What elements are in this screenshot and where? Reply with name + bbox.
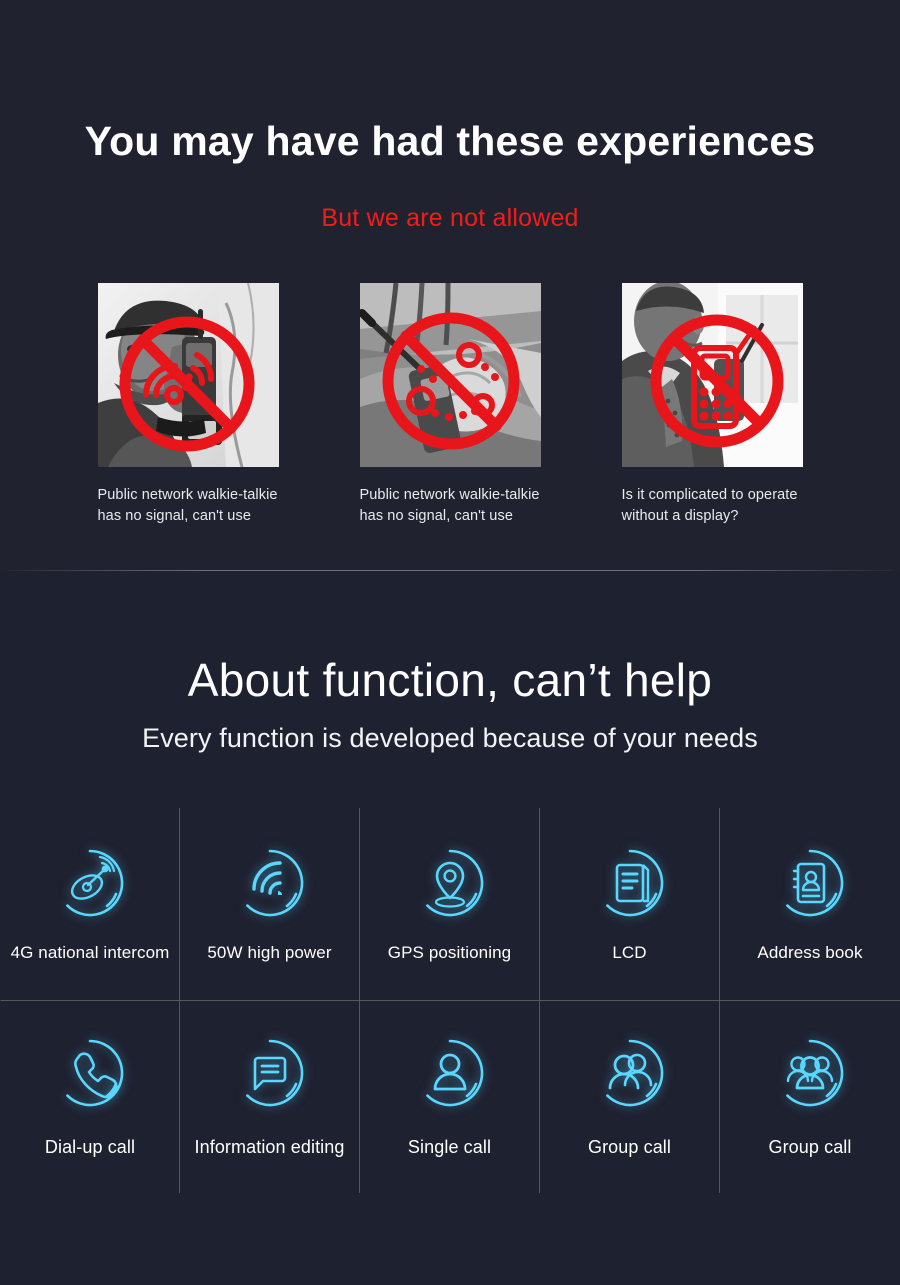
document-screen-icon [592, 845, 668, 921]
feature-grid: 4G national intercom 50W high power GPS … [0, 808, 900, 1193]
problem-card: Public network walkie-talkie has no sign… [97, 283, 279, 526]
feature-label: Single call [407, 1137, 492, 1158]
problem-caption: Public network walkie-talkie has no sign… [359, 487, 540, 524]
man-with-radio-photo [97, 283, 279, 467]
problem-card: Public network walkie-talkie has no sign… [359, 283, 541, 526]
speech-bubble-icon [232, 1035, 308, 1111]
two-people-icon [592, 1035, 668, 1111]
problems-section: You may have had these experiences But w… [0, 0, 900, 570]
photo-artwork [621, 283, 803, 467]
problem-card: Is it complicated to operate without a d… [621, 283, 803, 526]
functions-title: About function, can’t help [187, 654, 713, 706]
photo-artwork [97, 283, 279, 467]
problem-card-list: Public network walkie-talkie has no sign… [0, 283, 900, 526]
feature-label: 4G national intercom [10, 942, 170, 962]
feature-cell-single-call[interactable]: Single call [360, 1000, 540, 1193]
feature-label: Group call [587, 1137, 672, 1158]
problem-caption: Public network walkie-talkie has no sign… [97, 487, 278, 524]
man-in-suit-with-radio-photo [621, 283, 803, 467]
photo-artwork [359, 283, 541, 467]
problem-caption: Is it complicated to operate without a d… [621, 487, 798, 524]
feature-cell-information-editing[interactable]: Information editing [180, 1000, 360, 1193]
feature-cell-gps-positioning[interactable]: GPS positioning [360, 808, 540, 1001]
contact-card-icon [772, 845, 848, 921]
location-pin-icon [412, 845, 488, 921]
feature-cell-50w-high-power[interactable]: 50W high power [180, 808, 360, 1001]
feature-label: Address book [757, 942, 863, 962]
feature-cell-4g-national-intercom[interactable]: 4G national intercom [0, 808, 180, 1001]
functions-section: About function, can’t help Every functio… [0, 571, 900, 1285]
feature-cell-dial-up-call[interactable]: Dial-up call [0, 1000, 180, 1193]
satellite-dish-icon [52, 845, 128, 921]
feature-cell-group-call-two[interactable]: Group call [540, 1000, 720, 1193]
signal-waves-icon [232, 845, 308, 921]
feature-label: Information editing [194, 1137, 345, 1158]
feature-label: LCD [612, 942, 647, 962]
single-person-icon [412, 1035, 488, 1111]
three-people-icon [772, 1035, 848, 1111]
functions-subtitle: Every function is developed because of y… [142, 723, 758, 753]
hand-holding-walkie-talkie-photo [359, 283, 541, 467]
feature-cell-lcd[interactable]: LCD [540, 808, 720, 1001]
feature-cell-group-call-three[interactable]: Group call [720, 1001, 900, 1194]
feature-label: Group call [768, 1137, 852, 1158]
feature-cell-address-book[interactable]: Address book [720, 808, 900, 1001]
page-headline: You may have had these experiences [84, 118, 816, 164]
feature-label: Dial-up call [44, 1137, 136, 1158]
page-subheadline: But we are not allowed [321, 204, 579, 232]
feature-label: 50W high power [207, 942, 332, 962]
feature-label: GPS positioning [387, 942, 512, 962]
phone-handset-icon [52, 1035, 128, 1111]
